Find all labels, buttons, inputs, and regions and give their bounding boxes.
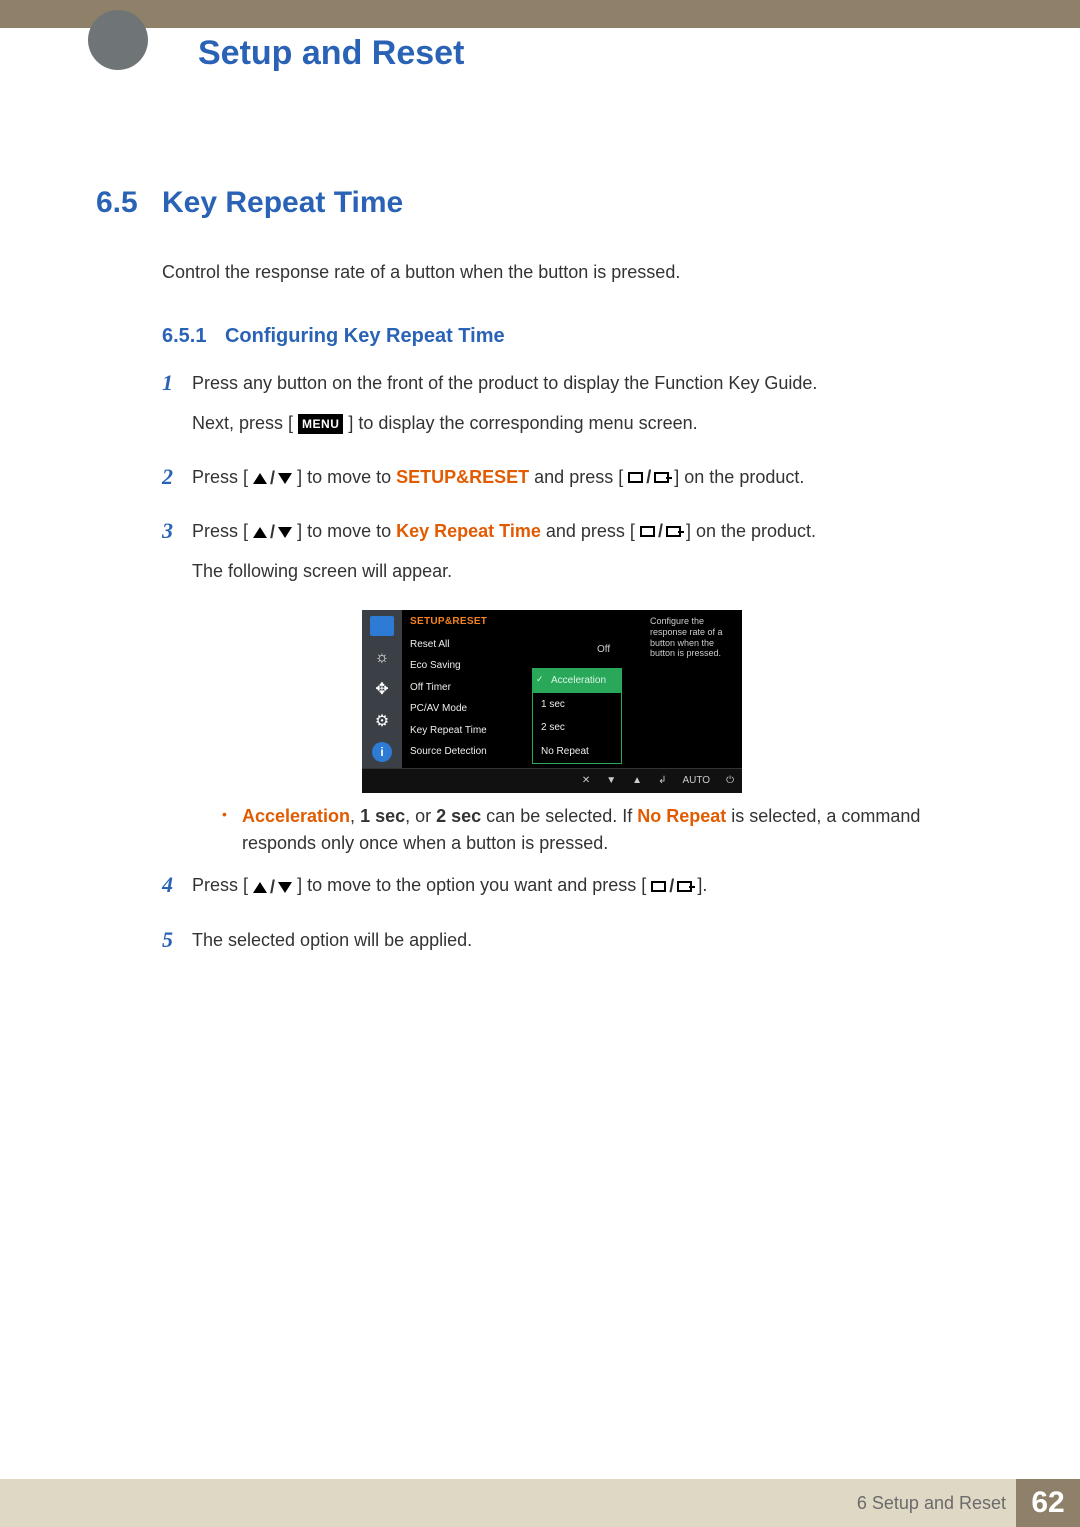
top-bar	[0, 0, 1080, 28]
subsection-title: Configuring Key Repeat Time	[225, 325, 505, 347]
step-text: The selected option will be applied.	[192, 927, 472, 955]
osd-menu-item: Eco Saving	[410, 655, 520, 677]
step-number: 2	[162, 464, 192, 504]
source-enter-icon: /	[651, 873, 692, 901]
step-body: Press any button on the front of the pro…	[192, 370, 817, 450]
monitor-icon	[370, 616, 394, 636]
step-number: 4	[162, 872, 192, 912]
power-icon: ⏻	[726, 773, 734, 789]
osd-popup-item: 2 sec	[533, 716, 621, 740]
step-text: Next, press [ MENU ] to display the corr…	[192, 410, 817, 438]
step-text: The following screen will appear.	[192, 558, 976, 586]
osd-popup-item: 1 sec	[533, 693, 621, 717]
footer-bar: 6 Setup and Reset 62	[0, 1479, 1080, 1527]
osd-footer: ✕ ▼ ▲ ↲ AUTO ⏻	[362, 768, 742, 793]
menu-button-icon: MENU	[298, 414, 343, 435]
position-icon: ✥	[371, 678, 393, 700]
down-icon: ▼	[606, 773, 616, 789]
close-icon: ✕	[582, 773, 590, 789]
gear-icon: ⚙	[371, 710, 393, 732]
osd-menu-item: Reset All	[410, 634, 520, 656]
enter-icon: ↲	[658, 773, 666, 789]
osd-popup-item: No Repeat	[533, 740, 621, 764]
osd-menu-item: PC/AV Mode	[410, 698, 520, 720]
chapter-title: Setup and Reset	[198, 34, 464, 73]
up-icon: ▲	[632, 773, 642, 789]
osd-menu-item: Key Repeat Time	[410, 720, 520, 742]
osd-menu-item: Off Timer	[410, 677, 520, 699]
auto-label: AUTO	[682, 773, 710, 789]
info-icon: i	[372, 742, 392, 762]
section-number: 6.5	[96, 186, 162, 220]
up-down-icon: /	[253, 469, 292, 487]
subsection-number: 6.5.1	[162, 325, 206, 347]
up-down-icon: /	[253, 878, 292, 896]
up-down-icon: /	[253, 523, 292, 541]
bullet-icon: •	[222, 803, 242, 859]
step-body: Press [ / ] to move to Key Repeat Time a…	[192, 518, 976, 858]
source-enter-icon: /	[640, 518, 681, 546]
step-body: Press [ / ] to move to the option you wa…	[192, 872, 707, 912]
chapter-badge	[88, 10, 148, 70]
nav-target: SETUP&RESET	[396, 467, 529, 487]
osd-menu-list: Reset All Eco Saving Off Timer PC/AV Mod…	[410, 634, 520, 763]
note-text: Acceleration, 1 sec, or 2 sec can be sel…	[242, 803, 976, 859]
step-text: Press any button on the front of the pro…	[192, 370, 817, 398]
step-number: 1	[162, 370, 192, 450]
step-body: Press [ / ] to move to SETUP&RESET and p…	[192, 464, 804, 504]
osd-window: ☼ ✥ ⚙ i SETUP&RESET Reset All Eco Saving	[362, 610, 742, 793]
step-number: 3	[162, 518, 192, 858]
osd-popup: Acceleration 1 sec 2 sec No Repeat	[532, 668, 622, 764]
osd-menu-item: Source Detection	[410, 741, 520, 763]
step-text: Press [ / ] to move to the option you wa…	[192, 872, 707, 900]
section-title: Key Repeat Time	[162, 186, 403, 220]
nav-target: Key Repeat Time	[396, 521, 541, 541]
step-number: 5	[162, 927, 192, 967]
osd-help-text: Configure the response rate of a button …	[650, 616, 740, 659]
step-text: Press [ / ] to move to Key Repeat Time a…	[192, 518, 976, 546]
osd-popup-item-selected: Acceleration	[533, 669, 621, 693]
osd-icon-column: ☼ ✥ ⚙ i	[362, 610, 402, 768]
footer-chapter-label: 6 Setup and Reset	[857, 1493, 1006, 1514]
source-enter-icon: /	[628, 464, 669, 492]
page-number: 62	[1016, 1479, 1080, 1527]
section-intro: Control the response rate of a button wh…	[162, 262, 976, 283]
step-text: Press [ / ] to move to SETUP&RESET and p…	[192, 464, 804, 492]
brightness-icon: ☼	[371, 646, 393, 668]
osd-value: Off	[597, 642, 610, 658]
step-body: The selected option will be applied.	[192, 927, 472, 967]
